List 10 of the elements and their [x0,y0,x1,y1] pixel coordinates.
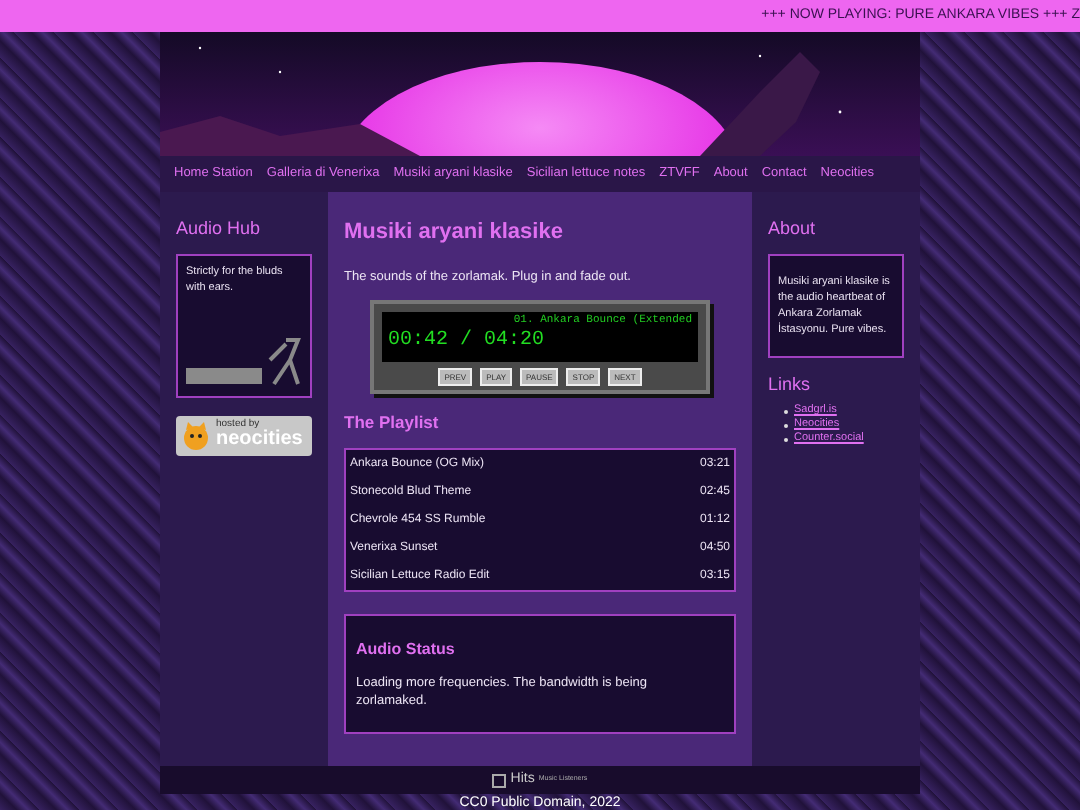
sidebar-title: About [768,216,818,242]
sidebar-title: Links [768,371,813,397]
pixel-art-drawing [186,335,306,387]
broken-image-icon [492,773,507,787]
page-title: Musiki aryani klasike [344,218,565,248]
section-title: The Playlist [344,410,441,436]
cat-icon [180,419,212,451]
sidebar-title: Audio Hub [176,216,263,242]
status-title: Audio Status [356,638,457,662]
playback-time: 00:42 / 04:20 [388,329,547,353]
